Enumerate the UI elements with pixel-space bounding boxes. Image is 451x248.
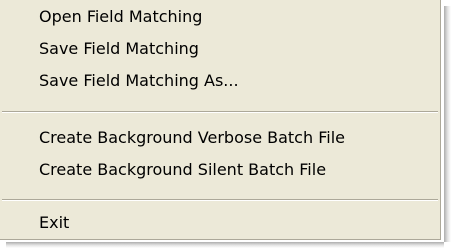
menu-item-save-field-matching-as[interactable]: Save Field Matching As... [0, 66, 440, 96]
context-menu: Open Field Matching Save Field Matching … [0, 0, 441, 240]
menu-item-exit[interactable]: Exit [0, 208, 440, 238]
menu-shadow-right [444, 6, 451, 242]
menu-separator [2, 111, 438, 113]
menu-separator [2, 199, 438, 201]
menu-item-save-field-matching[interactable]: Save Field Matching [0, 34, 440, 64]
menu-item-create-silent-batch-file[interactable]: Create Background Silent Batch File [0, 155, 440, 185]
menu-item-open-field-matching[interactable]: Open Field Matching [0, 2, 440, 32]
menu-shadow-bottom [6, 242, 444, 248]
menu-item-create-verbose-batch-file[interactable]: Create Background Verbose Batch File [0, 123, 440, 153]
context-menu-container: Open Field Matching Save Field Matching … [0, 0, 451, 248]
